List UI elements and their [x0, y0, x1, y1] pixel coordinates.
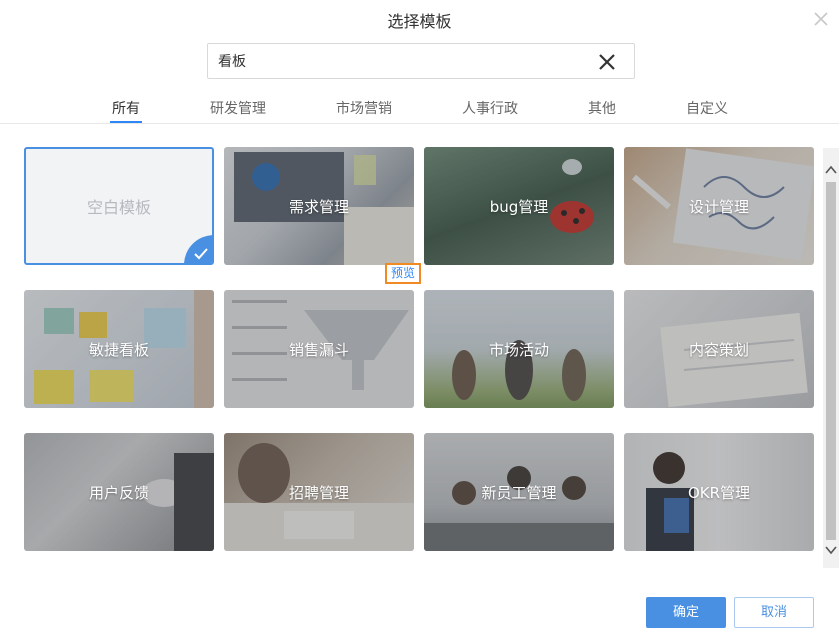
tab-hr-admin[interactable]: 人事行政 — [462, 100, 518, 118]
template-dialog: 选择模板 所有 研发管理 市场营销 人事行政 其他 自定义 空白模板 — [0, 0, 839, 637]
template-card-recruitment[interactable]: 招聘管理 — [224, 433, 414, 551]
cancel-button[interactable]: 取消 — [734, 597, 814, 628]
tab-marketing[interactable]: 市场营销 — [336, 100, 392, 118]
template-label: 设计管理 — [688, 197, 749, 216]
scrollbar-thumb[interactable] — [826, 182, 836, 540]
clear-x-icon[interactable] — [598, 53, 616, 71]
confirm-button[interactable]: 确定 — [646, 597, 726, 628]
category-tabs: 所有 研发管理 市场营销 人事行政 其他 自定义 — [0, 96, 839, 124]
template-card-requirements[interactable]: 需求管理 — [224, 147, 414, 265]
template-card-blank[interactable]: 空白模板 — [24, 147, 214, 265]
template-label: 敏捷看板 — [88, 340, 149, 359]
scrollbar[interactable] — [823, 148, 839, 568]
template-card-okr[interactable]: OKR管理 — [624, 433, 814, 551]
template-label: OKR管理 — [687, 483, 751, 502]
template-card-user-feedback[interactable]: 用户反馈 — [24, 433, 214, 551]
tab-custom[interactable]: 自定义 — [686, 100, 728, 118]
template-label: 用户反馈 — [88, 483, 149, 502]
template-label: bug管理 — [489, 197, 549, 216]
template-label: 市场活动 — [488, 340, 549, 359]
chevron-up-icon[interactable] — [823, 162, 839, 178]
template-label: 需求管理 — [288, 197, 349, 216]
template-card-design[interactable]: 设计管理 — [624, 147, 814, 265]
template-card-bug[interactable]: bug管理 — [424, 147, 614, 265]
template-label: 招聘管理 — [288, 483, 349, 502]
template-label: 新员工管理 — [481, 483, 557, 502]
template-grid: 空白模板 需求管理 bug管理 设计管理 敏捷看板 销售漏斗 市场活动 内容策划… — [24, 147, 816, 555]
template-card-sales-funnel[interactable]: 销售漏斗 — [224, 290, 414, 408]
dialog-title: 选择模板 — [387, 12, 452, 31]
tab-all[interactable]: 所有 — [110, 100, 142, 123]
template-card-agile-kanban[interactable]: 敏捷看板 — [24, 290, 214, 408]
search-input[interactable] — [218, 44, 588, 78]
tab-rd-management[interactable]: 研发管理 — [210, 100, 266, 118]
close-icon[interactable] — [813, 11, 829, 27]
template-card-marketing-event[interactable]: 市场活动 — [424, 290, 614, 408]
template-label: 销售漏斗 — [288, 340, 349, 359]
template-card-new-employee[interactable]: 新员工管理 — [424, 433, 614, 551]
tab-other[interactable]: 其他 — [588, 100, 616, 118]
chevron-down-icon[interactable] — [823, 542, 839, 558]
template-label: 内容策划 — [688, 340, 749, 359]
search-box — [207, 43, 635, 79]
template-card-content-planning[interactable]: 内容策划 — [624, 290, 814, 408]
checkmark-icon — [184, 235, 212, 263]
preview-link[interactable]: 预览 — [385, 263, 421, 284]
